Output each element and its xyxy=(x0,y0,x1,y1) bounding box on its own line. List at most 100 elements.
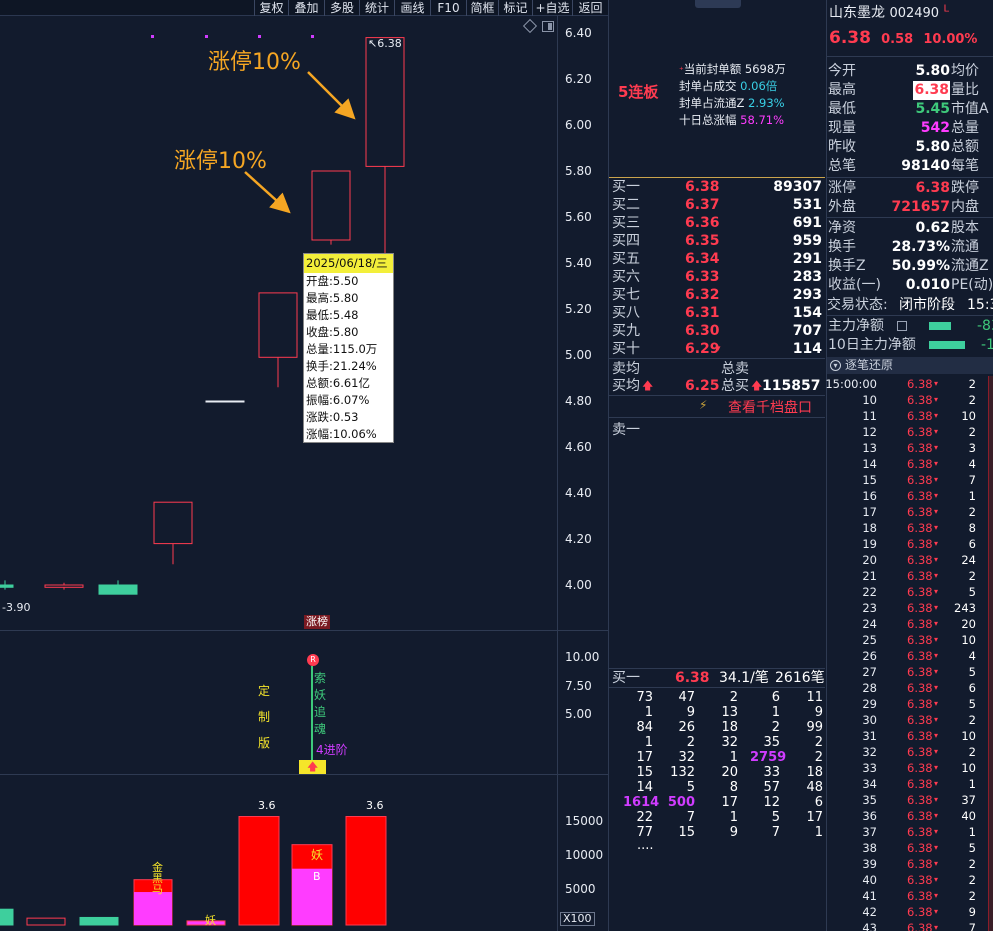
toolbar-button[interactable]: F10 xyxy=(430,0,466,16)
stock-quote: 6.38 0.58 10.00% xyxy=(829,28,977,48)
b-tag: B xyxy=(313,870,321,883)
stock-change: 0.58 xyxy=(881,32,914,47)
golden-horse-tag: 金黑马 xyxy=(152,861,163,896)
queue-row: 73 47 2 6 11 xyxy=(636,690,823,705)
streak-label: 5连板 xyxy=(618,83,659,101)
toolbar-button[interactable]: +自选 xyxy=(532,0,572,16)
candle-body[interactable] xyxy=(205,400,245,403)
candle-body[interactable] xyxy=(258,292,298,358)
toolbar-button[interactable]: 标记 xyxy=(498,0,532,16)
bid-row[interactable]: 买七 6.32 293 xyxy=(609,286,825,304)
yao-tag: 妖 xyxy=(205,914,216,927)
quote-row: 净资 0.62 股本 xyxy=(828,220,979,236)
volume-bar-part xyxy=(292,868,332,925)
tick-row: 19 6.38 ▾ 6 xyxy=(862,537,976,551)
seal-info-row: ⁺当前封单额 5698万 xyxy=(679,62,786,76)
tick-row: 22 6.38 ▾ 5 xyxy=(862,585,976,599)
volume-chart xyxy=(0,816,387,926)
indicator-tick: 10.00 xyxy=(565,650,600,664)
main-flow-row: 主力净额 -83 xyxy=(828,318,993,334)
quote-row: 收益(一) 0.010 PE(动) xyxy=(828,277,993,293)
tick-row: 33 6.38 ▾ 10 xyxy=(862,761,976,775)
queue-more: .... xyxy=(637,838,654,853)
divider xyxy=(827,56,993,57)
price-tick-label: 5.40 xyxy=(565,256,592,270)
signal-arrow-box: 🡅 xyxy=(299,760,326,774)
lightning-icon: ⚡ xyxy=(699,398,708,412)
tooltip-line: 涨幅:10.06% xyxy=(306,427,377,441)
high-price-label: ↖6.38 xyxy=(368,37,402,50)
tick-row: 27 6.38 ▾ 5 xyxy=(862,665,976,679)
bid-row[interactable]: 买一 6.38 89307 xyxy=(609,178,825,196)
price-tick-label: 6.00 xyxy=(565,118,592,132)
tooltip-line: 收盘:5.80 xyxy=(306,325,359,339)
tick-row: 17 6.38 ▾ 2 xyxy=(862,505,976,519)
candle-body[interactable] xyxy=(365,37,405,167)
candle-body[interactable] xyxy=(0,584,14,588)
toolbar-button[interactable]: 画线 xyxy=(394,0,430,16)
volume-unit-label: X100 xyxy=(560,912,595,926)
stock-name: 山东墨龙 xyxy=(829,5,885,21)
stock-pct: 10.00% xyxy=(923,32,978,47)
quote-row: 今开 5.80 均价 xyxy=(828,63,979,79)
stock-mark: L xyxy=(943,3,950,15)
tick-row: 16 6.38 ▾ 1 xyxy=(862,489,976,503)
signal-line xyxy=(311,666,313,762)
bid-row[interactable]: 买二 6.37 531 xyxy=(609,196,825,214)
chevron-down-icon[interactable]: ▾ xyxy=(830,360,841,371)
bid-row[interactable]: 买四 6.35 959 xyxy=(609,232,825,250)
kline-chart-area[interactable]: 复权 叠加 多股 统计 画线 F10 简框 标记 +自选 返回 6.40 6.20 6.00 5.80 5… xyxy=(0,0,608,931)
candle-body[interactable] xyxy=(98,584,138,595)
toolbar-button[interactable]: 多股 xyxy=(324,0,359,16)
stock-info-panel: 山东墨龙 002490 L 6.38 0.58 10.00% 今开 5.80 均价最… xyxy=(825,0,993,931)
quote-row: 现量 542 总量 xyxy=(828,120,979,136)
queue-row: 14 5 8 57 48 xyxy=(636,780,823,795)
indicator-tick: 5.00 xyxy=(565,707,592,721)
tooltip-date: 2025/06/18/三 xyxy=(304,254,393,273)
quote-row: 涨停 6.38 跌停 xyxy=(828,180,979,196)
thousand-level-link[interactable]: 查看千档盘口 xyxy=(728,397,812,417)
annotation-arrows xyxy=(244,71,356,214)
tick-row: 12 6.38 ▾ 2 xyxy=(862,425,976,439)
bid-row[interactable]: 买八 6.31 154 xyxy=(609,304,825,322)
volume-tick-label: 5000 xyxy=(565,882,596,896)
custom-edition-label: 定制版 xyxy=(258,684,271,750)
price-tick-label: 5.80 xyxy=(565,164,592,178)
tick-row: 37 6.38 ▾ 1 xyxy=(862,825,976,839)
tick-row: 15 6.38 ▾ 7 xyxy=(862,473,976,487)
bid-row[interactable]: 买十 6.29 ▾ 114 xyxy=(609,340,825,358)
zhangbang-tag: 涨榜 xyxy=(304,615,330,629)
toolbar-button[interactable]: 简框 xyxy=(466,0,498,16)
price-tick-label: 4.00 xyxy=(565,578,592,592)
tick-row: 25 6.38 ▾ 10 xyxy=(862,633,976,647)
sell-avg-row: 卖均 总卖 xyxy=(612,361,749,377)
volume-tick-label: 15000 xyxy=(565,814,604,828)
toolbar-button[interactable]: 叠加 xyxy=(288,0,324,16)
candle-body[interactable] xyxy=(153,501,193,545)
r-badge-icon: R xyxy=(307,654,319,666)
tick-row: 29 6.38 ▾ 5 xyxy=(862,697,976,711)
bid-row[interactable]: 买三 6.36 691 xyxy=(609,214,825,232)
tick-row: 13 6.38 ▾ 3 xyxy=(862,441,976,455)
toolbar-button[interactable]: 复权 xyxy=(254,0,288,16)
chart-toolbar: 复权 叠加 多股 统计 画线 F10 简框 标记 +自选 返回 xyxy=(0,0,608,16)
tick-tab[interactable]: ▾ 逐笔还原 xyxy=(827,357,993,374)
price-axis-line xyxy=(557,16,558,931)
price-tick-label: 5.00 xyxy=(565,348,592,362)
candle-body[interactable] xyxy=(44,584,84,588)
bid-row[interactable]: 买六 6.33 283 xyxy=(609,268,825,286)
toolbar-button[interactable]: 统计 xyxy=(359,0,394,16)
tick-row: 35 6.38 ▾ 37 xyxy=(862,793,976,807)
bid-row[interactable]: 买五 6.34 291 xyxy=(609,250,825,268)
queue-row: 22 7 1 5 17 xyxy=(636,810,823,825)
stock-title: 山东墨龙 002490 L xyxy=(829,2,949,22)
divider xyxy=(609,395,825,396)
tick-row: 10 6.38 ▾ 2 xyxy=(862,393,976,407)
tooltip-line: 振幅:6.07% xyxy=(306,393,370,407)
tick-row: 14 6.38 ▾ 4 xyxy=(862,457,976,471)
toolbar-button[interactable]: 返回 xyxy=(572,0,608,16)
queue-row: 15 132 20 33 18 xyxy=(636,765,823,780)
bid-row[interactable]: 买九 6.30 707 xyxy=(609,322,825,340)
collapse-tab[interactable]: ⌃ xyxy=(695,0,741,8)
quote-row: 总笔 98140 每笔 xyxy=(828,158,979,174)
